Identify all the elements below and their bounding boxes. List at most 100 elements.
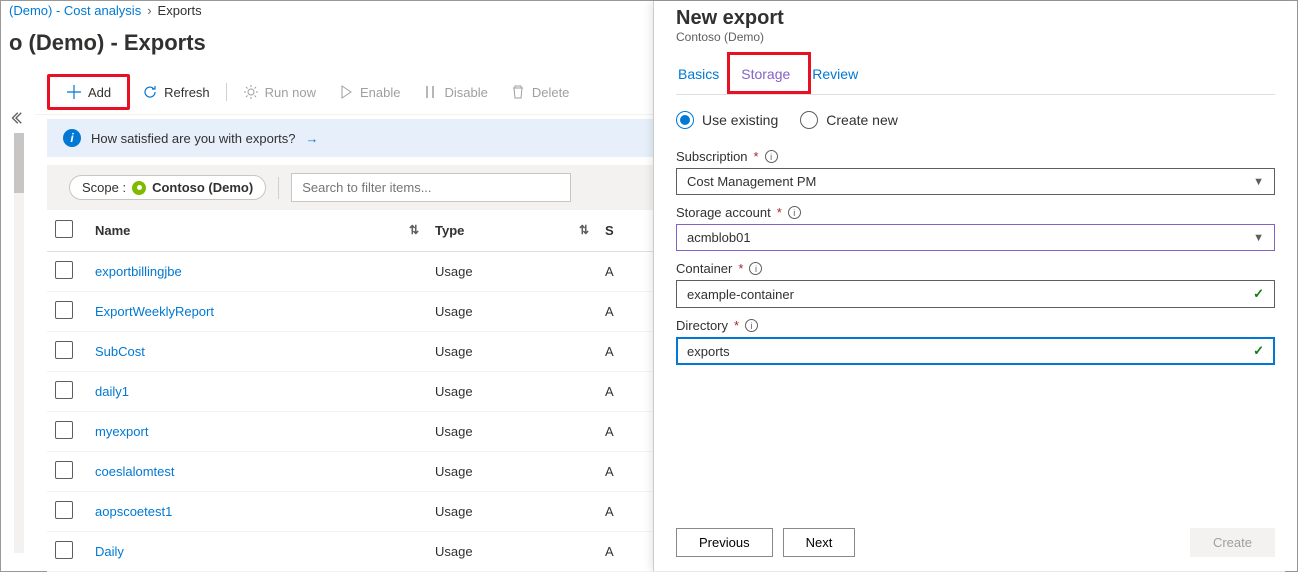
chevron-down-icon: ▼ [1253, 176, 1264, 188]
row-checkbox[interactable] [55, 381, 73, 399]
export-type: Usage [427, 452, 597, 492]
radio-create-new-label: Create new [826, 112, 898, 128]
export-type: Usage [427, 532, 597, 572]
row-checkbox[interactable] [55, 421, 73, 439]
create-button[interactable]: Create [1190, 528, 1275, 557]
refresh-label: Refresh [164, 85, 210, 100]
refresh-icon [142, 84, 158, 100]
export-name-link[interactable]: ExportWeeklyReport [95, 304, 214, 319]
storage-account-value: acmblob01 [687, 230, 751, 245]
required-icon: * [738, 261, 743, 276]
storage-account-dropdown[interactable]: acmblob01 ▼ [676, 224, 1275, 251]
radio-unselected-icon [800, 111, 818, 129]
container-value: example-container [687, 287, 794, 302]
row-checkbox[interactable] [55, 341, 73, 359]
pause-icon [422, 84, 438, 100]
export-type: Usage [427, 412, 597, 452]
select-all-checkbox[interactable] [55, 220, 73, 238]
export-type: Usage [427, 252, 597, 292]
export-name-link[interactable]: exportbillingjbe [95, 264, 182, 279]
export-name-link[interactable]: Daily [95, 544, 124, 559]
required-icon: * [777, 205, 782, 220]
col-s-header[interactable]: S [605, 223, 614, 238]
scope-picker[interactable]: Scope : Contoso (Demo) [69, 175, 266, 200]
export-type: Usage [427, 372, 597, 412]
scope-label: Scope : [82, 180, 126, 195]
check-icon: ✓ [1253, 286, 1264, 302]
delete-button[interactable]: Delete [500, 79, 580, 105]
info-icon: i [63, 129, 81, 147]
enable-label: Enable [360, 85, 400, 100]
directory-label: Directory [676, 318, 728, 333]
check-icon: ✓ [1253, 343, 1264, 359]
row-checkbox[interactable] [55, 461, 73, 479]
tab-review[interactable]: Review [810, 60, 860, 94]
row-checkbox[interactable] [55, 501, 73, 519]
subscription-value: Cost Management PM [687, 174, 816, 189]
panel-tabs: Basics Storage Review [676, 60, 1275, 95]
breadcrumb-exports: Exports [158, 3, 202, 18]
row-checkbox[interactable] [55, 541, 73, 559]
panel-subtitle: Contoso (Demo) [676, 30, 1275, 44]
enable-button[interactable]: Enable [328, 79, 410, 105]
radio-selected-icon [676, 111, 694, 129]
plus-icon [66, 84, 82, 100]
info-icon[interactable]: i [749, 262, 762, 275]
search-input[interactable] [291, 173, 571, 202]
trash-icon [510, 84, 526, 100]
radio-create-new[interactable]: Create new [800, 111, 898, 129]
subscription-dropdown[interactable]: Cost Management PM ▼ [676, 168, 1275, 195]
add-label: Add [88, 85, 111, 100]
next-button[interactable]: Next [783, 528, 856, 557]
run-now-button[interactable]: Run now [233, 79, 326, 105]
tab-storage[interactable]: Storage [739, 60, 792, 94]
left-scrollbar[interactable] [14, 133, 24, 553]
col-name-header[interactable]: Name [95, 223, 130, 238]
collapse-left-icon[interactable] [3, 105, 29, 131]
disable-label: Disable [444, 85, 487, 100]
previous-button[interactable]: Previous [676, 528, 773, 557]
feedback-text: How satisfied are you with exports? [91, 131, 295, 146]
radio-use-existing-label: Use existing [702, 112, 778, 128]
container-input[interactable]: example-container ✓ [676, 280, 1275, 308]
export-type: Usage [427, 492, 597, 532]
breadcrumb-cost-analysis[interactable]: (Demo) - Cost analysis [9, 3, 141, 18]
arrow-right-icon[interactable]: → [305, 131, 318, 146]
gear-icon [243, 84, 259, 100]
export-name-link[interactable]: SubCost [95, 344, 145, 359]
info-icon[interactable]: i [745, 319, 758, 332]
export-name-link[interactable]: daily1 [95, 384, 129, 399]
radio-use-existing[interactable]: Use existing [676, 111, 778, 129]
delete-label: Delete [532, 85, 570, 100]
required-icon: * [734, 318, 739, 333]
sort-icon[interactable]: ⇅ [579, 223, 589, 237]
chevron-right-icon: › [147, 3, 151, 18]
new-export-panel: New export Contoso (Demo) Basics Storage… [653, 1, 1297, 571]
export-type: Usage [427, 292, 597, 332]
row-checkbox[interactable] [55, 261, 73, 279]
row-checkbox[interactable] [55, 301, 73, 319]
export-name-link[interactable]: aopscoetest1 [95, 504, 172, 519]
export-type: Usage [427, 332, 597, 372]
chevron-down-icon: ▼ [1253, 232, 1264, 244]
tab-basics[interactable]: Basics [676, 60, 721, 94]
separator [278, 177, 279, 199]
export-name-link[interactable]: coeslalomtest [95, 464, 174, 479]
directory-input[interactable]: exports ✓ [676, 337, 1275, 365]
container-label: Container [676, 261, 732, 276]
info-icon[interactable]: i [788, 206, 801, 219]
disable-button[interactable]: Disable [412, 79, 497, 105]
info-icon[interactable]: i [765, 150, 778, 163]
required-icon: * [754, 149, 759, 164]
scope-value: Contoso (Demo) [152, 180, 253, 195]
sort-icon[interactable]: ⇅ [409, 223, 419, 237]
refresh-button[interactable]: Refresh [132, 79, 220, 105]
panel-title: New export [676, 7, 1275, 30]
subscription-label: Subscription [676, 149, 748, 164]
add-button[interactable]: Add [56, 79, 121, 105]
scope-dot-icon [132, 181, 146, 195]
export-name-link[interactable]: myexport [95, 424, 148, 439]
col-type-header[interactable]: Type [435, 223, 464, 238]
directory-value: exports [687, 344, 730, 359]
run-now-label: Run now [265, 85, 316, 100]
